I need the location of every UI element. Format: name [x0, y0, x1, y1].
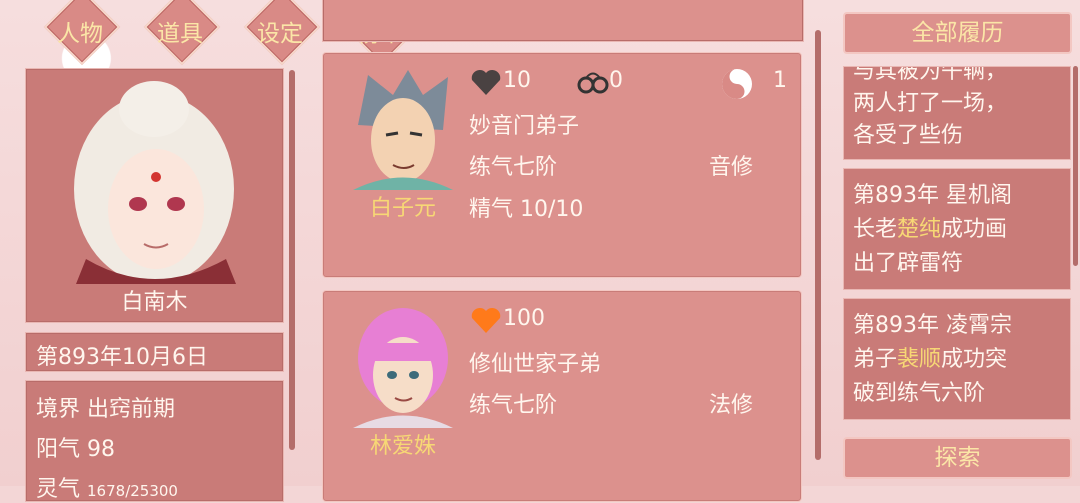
- player-name: 白南木: [121, 290, 188, 315]
- player-lingqi: 灵气 1678/25300: [36, 477, 178, 502]
- history-line: 弟子裴顺成功突: [853, 347, 1008, 372]
- tab-label: 人物: [57, 21, 103, 47]
- all-history-button[interactable]: 全部履历: [843, 12, 1072, 54]
- heart-icon: [471, 307, 501, 333]
- handcuffs-icon: [577, 72, 609, 94]
- npc-portrait: [353, 308, 453, 428]
- npc-portrait: [353, 70, 453, 190]
- npc-hostility: 0: [609, 68, 623, 93]
- npc-favor: 100: [503, 306, 545, 331]
- history-entry: 第893年 凌霄宗 弟子裴顺成功突 破到练气六阶: [843, 298, 1071, 420]
- player-portrait: [74, 81, 236, 284]
- history-line: 长老楚纯成功画: [853, 217, 1008, 242]
- npc-realm: 练气七阶: [469, 155, 558, 180]
- npc-card[interactable]: 白子元 10 0 1 妙音门弟子 练气七阶 音修 精气 10/10: [322, 52, 802, 278]
- npc-path: 音修: [709, 155, 754, 180]
- tab-characters[interactable]: 人物: [43, 0, 121, 66]
- yin-yang-icon: [722, 69, 752, 99]
- history-line: 与其被为午辆，: [853, 66, 1008, 84]
- npc-identity: 修仙世家子弟: [469, 352, 602, 377]
- history-entry: 与其被为午辆， 两人打了一场， 各受了些伤: [843, 66, 1071, 160]
- player-portrait-panel: 白南木: [25, 68, 284, 323]
- date-panel: 第893年10月6日: [25, 332, 284, 372]
- prev-card-edge: [322, 0, 804, 42]
- history-scrollbar[interactable]: [1073, 66, 1078, 266]
- history-line: 各受了些伤: [853, 123, 964, 148]
- history-line: 破到练气六阶: [853, 381, 986, 406]
- npc-realm: 练气七阶: [469, 393, 558, 418]
- tab-items[interactable]: 道具: [143, 0, 221, 66]
- history-line: 出了辟雷符: [853, 251, 964, 276]
- heart-icon: [471, 69, 501, 95]
- history-entry: 第893年 星机阁 长老楚纯成功画 出了辟雷符: [843, 168, 1071, 290]
- npc-yinyang: 1: [773, 68, 787, 93]
- game-date: 第893年10月6日: [36, 345, 208, 370]
- npc-path: 法修: [709, 393, 754, 418]
- tab-label: 道具: [157, 21, 203, 47]
- player-stats-panel: 境界 出窍前期 阳气 98 灵气 1678/25300: [25, 380, 284, 502]
- npc-name: 林爱姝: [369, 434, 436, 459]
- left-scrollbar[interactable]: [289, 70, 295, 450]
- history-line: 第893年 星机阁: [853, 183, 1012, 208]
- npc-essence: 精气 10/10: [469, 197, 584, 222]
- explore-button[interactable]: 探索: [843, 437, 1072, 479]
- npc-identity: 妙音门弟子: [469, 114, 580, 139]
- history-line: 两人打了一场，: [853, 91, 1008, 116]
- npc-favor: 10: [503, 68, 531, 93]
- npc-card[interactable]: 林爱姝 100 修仙世家子弟 练气七阶 法修: [322, 290, 802, 502]
- history-line: 第893年 凌霄宗: [853, 313, 1012, 338]
- tab-settings[interactable]: 设定: [243, 0, 321, 66]
- middle-scrollbar[interactable]: [815, 30, 821, 460]
- npc-name: 白子元: [369, 196, 436, 221]
- player-yang: 阳气 98: [36, 437, 115, 462]
- tab-label: 设定: [257, 21, 303, 47]
- player-realm: 境界 出窍前期: [36, 397, 175, 422]
